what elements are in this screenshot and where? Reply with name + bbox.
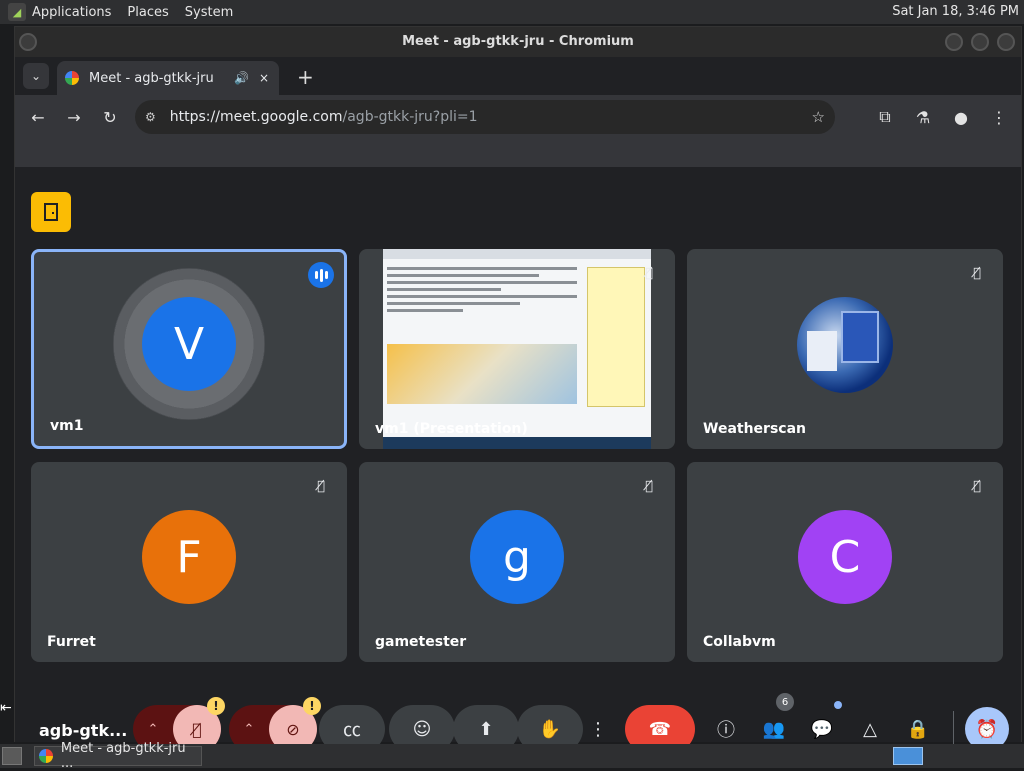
more-vert-icon: ⋮ [589,718,607,740]
participant-tile-presentation[interactable]: 🎙̸ vm1 (Presentation) [359,249,675,449]
chat-icon: 💬 [810,718,834,740]
participant-name: vm1 [50,418,84,434]
tab-close-icon[interactable]: × [259,71,269,85]
door-icon [44,203,58,221]
taskbar-window-button[interactable]: Meet - agb-gtkk-jru ... [34,741,202,771]
taskbar-window-label: Meet - agb-gtkk-jru ... [60,741,186,771]
address-bar[interactable]: ⚙ https://meet.google.com /agb-gtkk-jru?… [135,100,835,134]
captions-icon: ㏄ [343,720,361,741]
close-window-icon[interactable] [997,33,1015,51]
browser-toolbar: ← → ↻ ⚙ https://meet.google.com /agb-gtk… [15,95,1021,139]
lock-person-icon: 🔒 [906,718,930,740]
mic-off-icon: 🎙̸ [317,478,325,494]
participant-tile-weatherscan[interactable]: 🎙̸ Weatherscan [687,249,1003,449]
resize-cursor-icon: ⇤ [0,700,12,716]
mic-off-icon: 🎙̸ [973,478,981,494]
mic-off-icon: 🎙̸ [645,265,653,281]
participant-name: Furret [47,634,96,650]
avatar: V [142,297,236,391]
chat-notification-dot [834,701,842,709]
site-info-icon[interactable]: ⚙ [145,110,156,124]
tab-search-button[interactable]: ⌄ [23,63,49,89]
avatar: C [798,510,892,604]
warning-badge: ! [303,697,321,715]
menu-applications[interactable]: Applications [32,5,111,20]
window-menu-icon[interactable] [19,33,37,51]
url-path: /agb-gtkk-jru?pli=1 [342,109,478,125]
profile-icon[interactable]: ● [945,102,977,132]
speaker-icon[interactable]: 🔊 [234,71,249,85]
back-icon[interactable]: ← [23,102,53,132]
participant-name: Weatherscan [703,421,806,437]
toolbar-divider [953,711,954,745]
url-host: https://meet.google.com [169,109,343,125]
mic-off-icon: 🎙̸ [192,719,202,739]
participant-name: gametester [375,634,467,650]
meet-stage: V vm1 🎙̸ vm1 (Presentation) 🎙̸ Weathersc… [15,167,1021,753]
alarm-clock-icon: ⏰ [975,718,999,740]
show-desktop-icon[interactable] [2,747,22,765]
participant-name: vm1 (Presentation) [375,421,528,437]
presentation-screenshot [383,249,651,449]
breakout-rooms-button[interactable] [31,192,71,232]
panel-clock[interactable]: Sat Jan 18, 3:46 PM [892,4,1019,19]
extensions-icon[interactable]: ⧉ [869,102,901,132]
window-title: Meet - agb-gtkk-jru - Chromium [402,34,634,49]
mic-off-icon: 🎙̸ [645,478,653,494]
bookmark-star-icon[interactable]: ☆ [812,108,825,126]
participant-tile-gametester[interactable]: g 🎙̸ gametester [359,462,675,662]
shapes-icon: △ [863,718,877,740]
menu-places[interactable]: Places [127,5,168,20]
video-options-chevron-icon[interactable]: ⌃ [229,722,269,737]
warning-badge: ! [207,697,225,715]
mic-off-icon: 🎙̸ [973,265,981,281]
chromium-icon [39,749,53,763]
forward-icon[interactable]: → [59,102,89,132]
participant-tile-furret[interactable]: F 🎙̸ Furret [31,462,347,662]
participant-tile-collabvm[interactable]: C 🎙̸ Collabvm [687,462,1003,662]
window-titlebar[interactable]: Meet - agb-gtkk-jru - Chromium [15,27,1021,57]
minimize-icon[interactable] [945,33,963,51]
speaking-indicator-icon [308,262,334,288]
labs-flask-icon[interactable]: ⚗ [907,102,939,132]
distro-logo-icon[interactable]: ◢ [8,3,26,21]
participant-video-thumbnail [797,297,893,393]
tab-meet[interactable]: Meet - agb-gtkk-jru 🔊 × [57,61,279,95]
bottom-panel: Meet - agb-gtkk-jru ... [0,741,1024,771]
browser-window: Meet - agb-gtkk-jru - Chromium ⌄ Meet - … [14,26,1022,753]
participant-tile-vm1[interactable]: V vm1 [31,249,347,449]
avatar: F [142,510,236,604]
menu-system[interactable]: System [185,5,233,20]
top-panel: ◢ Applications Places System Sat Jan 18,… [0,0,1024,24]
new-tab-button[interactable]: + [297,65,314,89]
meet-favicon-icon [65,71,79,85]
reload-icon[interactable]: ↻ [95,102,125,132]
emoji-icon: ☺ [412,718,432,740]
participant-name: Collabvm [703,634,776,650]
hand-icon: ✋ [538,718,562,740]
workspace-switcher-icon[interactable] [893,747,923,765]
bookmark-bar [15,139,1021,167]
tab-label: Meet - agb-gtkk-jru [89,70,214,86]
participant-count-badge: 6 [776,693,794,711]
info-icon: ⓘ [717,720,735,741]
meeting-code[interactable]: agb-gtk... [39,721,127,740]
tab-strip: ⌄ Meet - agb-gtkk-jru 🔊 × + [15,57,1021,95]
browser-menu-icon[interactable]: ⋮ [983,102,1015,132]
end-call-icon: ☎ [648,718,672,740]
maximize-icon[interactable] [971,33,989,51]
audio-options-chevron-icon[interactable]: ⌃ [133,722,173,737]
camera-off-icon: ⊘ [286,719,300,739]
people-icon: 👥 [762,718,786,740]
present-screen-icon: ⬆ [478,718,494,740]
avatar: g [470,510,564,604]
